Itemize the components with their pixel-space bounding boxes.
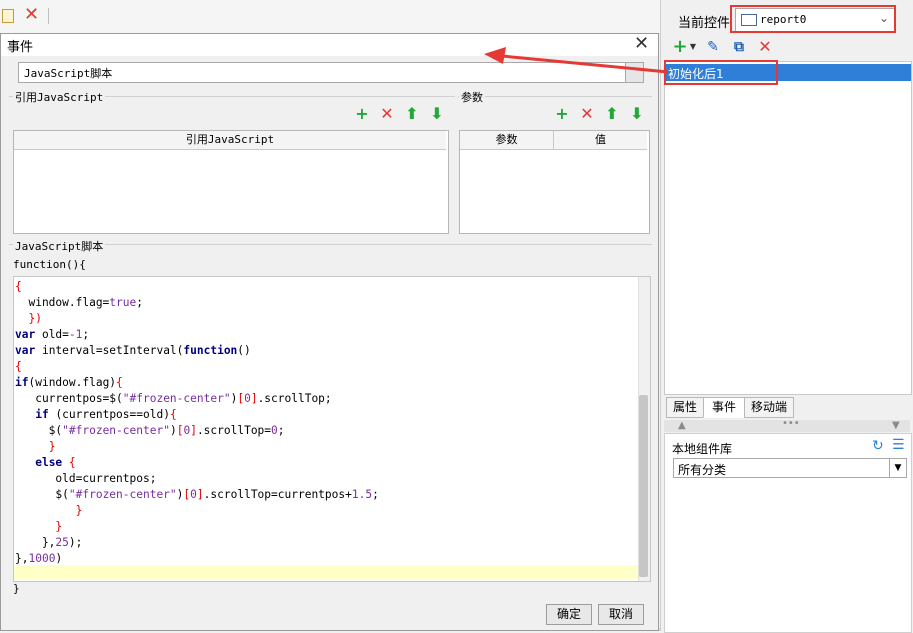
code-line: $("#frozen-center")[0].scrollTop=current…: [15, 488, 379, 501]
edit-icon[interactable]: ✎: [702, 36, 724, 58]
code-line: $("#frozen-center")[0].scrollTop=0;: [15, 424, 285, 437]
params-section-title: 参数: [459, 89, 485, 105]
editor-scrollbar-thumb[interactable]: [639, 395, 648, 577]
delete-event-icon[interactable]: ✕: [754, 36, 776, 58]
category-select-value: 所有分类: [678, 463, 727, 477]
script-type-value: JavaScript脚本: [24, 67, 113, 80]
tab-properties-label: 属性: [672, 400, 697, 414]
function-header: function(){: [13, 258, 86, 271]
tab-properties[interactable]: 属性: [666, 397, 704, 418]
panel-splitter[interactable]: ▲ ••• ▼: [664, 418, 910, 432]
move-down-ref-icon[interactable]: ⬇: [429, 106, 445, 122]
grip-icon: •••: [782, 418, 800, 429]
highlight-box-current-control: [730, 5, 896, 33]
code-line: },25);: [15, 536, 83, 549]
dropdown-button[interactable]: [625, 63, 643, 82]
delete-ref-icon[interactable]: ✕: [379, 106, 395, 122]
move-up-ref-icon[interactable]: ⬆: [404, 106, 420, 122]
collapse-up-icon[interactable]: ▲: [678, 420, 686, 431]
highlight-box-event-item: [664, 60, 778, 85]
category-select[interactable]: 所有分类 ▼: [673, 458, 907, 478]
current-control-label: 当前控件: [678, 16, 731, 31]
move-up-param-icon[interactable]: ⬆: [604, 106, 620, 122]
ref-table[interactable]: 引用JavaScript: [13, 130, 449, 234]
event-list: 初始化后1: [664, 61, 912, 395]
dropdown-arrow-icon[interactable]: ▼: [682, 36, 704, 58]
component-library-title: 本地组件库: [672, 442, 733, 456]
cancel-button[interactable]: 取消: [598, 604, 644, 625]
copy-icon[interactable]: ⧉: [728, 36, 750, 58]
close-icon[interactable]: ✕: [634, 33, 649, 54]
code-line: }: [48, 440, 56, 453]
code-line: currentpos=$("#frozen-center")[0].scroll…: [15, 392, 332, 405]
code-line: old=currentpos;: [15, 472, 157, 485]
event-toolbar: + ▼ ✎ ⧉ ✕: [665, 36, 910, 60]
refresh-icon[interactable]: ↻: [872, 438, 884, 454]
code-line: {: [15, 280, 22, 293]
dialog-titlebar: [1, 34, 658, 56]
delete-param-icon[interactable]: ✕: [579, 106, 595, 122]
code-line: }: [75, 504, 83, 517]
tab-mobile[interactable]: 移动端: [744, 397, 794, 418]
tab-mobile-label: 移动端: [750, 400, 787, 414]
add-param-icon[interactable]: +: [554, 106, 570, 122]
code-line: var interval=setInterval(function(): [15, 344, 251, 357]
params-header-value[interactable]: 值: [554, 131, 647, 150]
code-line: {: [15, 360, 22, 373]
ref-section-title: 引用JavaScript: [13, 89, 106, 105]
code-line: }: [55, 520, 63, 533]
move-down-param-icon[interactable]: ⬇: [629, 106, 645, 122]
code-line: if(window.flag){: [15, 376, 123, 389]
collapse-down-icon[interactable]: ▼: [892, 420, 900, 431]
app-toolbar-background: ✕: [0, 0, 660, 34]
function-footer: }: [13, 582, 20, 595]
add-ref-icon[interactable]: +: [354, 106, 370, 122]
code-line: }): [28, 312, 42, 325]
ref-table-header[interactable]: 引用JavaScript: [14, 131, 446, 150]
menu-icon[interactable]: ☰: [892, 437, 905, 453]
close-icon[interactable]: ✕: [24, 4, 39, 25]
script-editor[interactable]: { window.flag=true; }) var old=-1; var int…: [13, 276, 651, 582]
params-table[interactable]: 参数 值: [459, 130, 650, 234]
script-type-select[interactable]: JavaScript脚本: [18, 62, 644, 83]
code-line: var old=-1;: [15, 328, 90, 341]
params-header-param[interactable]: 参数: [460, 131, 554, 150]
document-icon[interactable]: [2, 9, 14, 23]
chevron-down-icon: ▼: [889, 459, 906, 477]
toolbar-divider: [48, 8, 49, 24]
tab-events-label: 事件: [711, 400, 736, 414]
params-section-line: [458, 96, 652, 97]
code-line: },1000): [15, 552, 63, 565]
script-section-line: [9, 244, 652, 245]
dialog-title: 事件: [7, 40, 34, 55]
script-section-title: JavaScript脚本: [13, 238, 106, 254]
code-line: else {: [35, 456, 76, 469]
current-line-highlight: [14, 565, 638, 579]
code-line: if (currentpos==old){: [35, 408, 177, 421]
ok-button[interactable]: 确定: [546, 604, 592, 625]
script-code[interactable]: { window.flag=true; }) var old=-1; var int…: [15, 279, 379, 567]
tab-events[interactable]: 事件: [703, 397, 745, 418]
code-line: window.flag=true;: [15, 296, 143, 309]
